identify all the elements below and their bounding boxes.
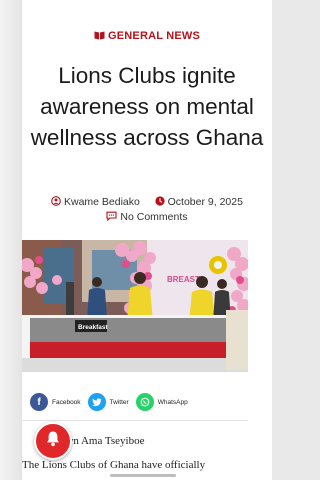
comment-icon xyxy=(106,211,118,224)
article-body-first-line: The Lions Clubs of Ghana have officially xyxy=(22,459,206,471)
author-link[interactable]: Kwame Bediako xyxy=(64,196,140,208)
article-hero-image[interactable]: BREAST Breakfast xyxy=(22,240,248,372)
publish-date: October 9, 2025 xyxy=(167,196,243,208)
share-facebook-label: Facebook xyxy=(52,398,81,406)
desk-logo: Breakfast xyxy=(78,324,108,331)
share-twitter-label: Twitter xyxy=(109,398,129,406)
book-open-icon xyxy=(94,30,105,43)
clock-icon xyxy=(155,196,165,209)
twitter-icon xyxy=(87,393,106,411)
background-page-edge xyxy=(0,0,22,480)
share-bar: f Facebook Twitter WhatsApp xyxy=(30,393,195,411)
banner-text: BREAST xyxy=(167,275,200,284)
comments-row: No Comments xyxy=(22,211,272,224)
comments-link[interactable]: No Comments xyxy=(120,211,187,223)
article-meta: Kwame Bediako October 9, 2025 xyxy=(22,196,272,209)
article-headline: Lions Clubs ignite awareness on mental w… xyxy=(30,63,264,150)
divider xyxy=(22,420,248,421)
bell-icon xyxy=(45,430,61,452)
share-whatsapp-button[interactable]: WhatsApp xyxy=(135,393,188,411)
home-indicator[interactable] xyxy=(110,474,176,477)
share-facebook-button[interactable]: f Facebook xyxy=(30,393,81,411)
category-link[interactable]: GENERAL NEWS xyxy=(22,30,272,43)
user-icon xyxy=(51,196,61,209)
category-label: GENERAL NEWS xyxy=(107,30,201,42)
notification-bell-button[interactable] xyxy=(34,422,72,460)
whatsapp-icon xyxy=(135,393,154,411)
share-twitter-button[interactable]: Twitter xyxy=(87,393,129,411)
facebook-icon: f xyxy=(30,393,48,411)
share-whatsapp-label: WhatsApp xyxy=(157,398,188,406)
